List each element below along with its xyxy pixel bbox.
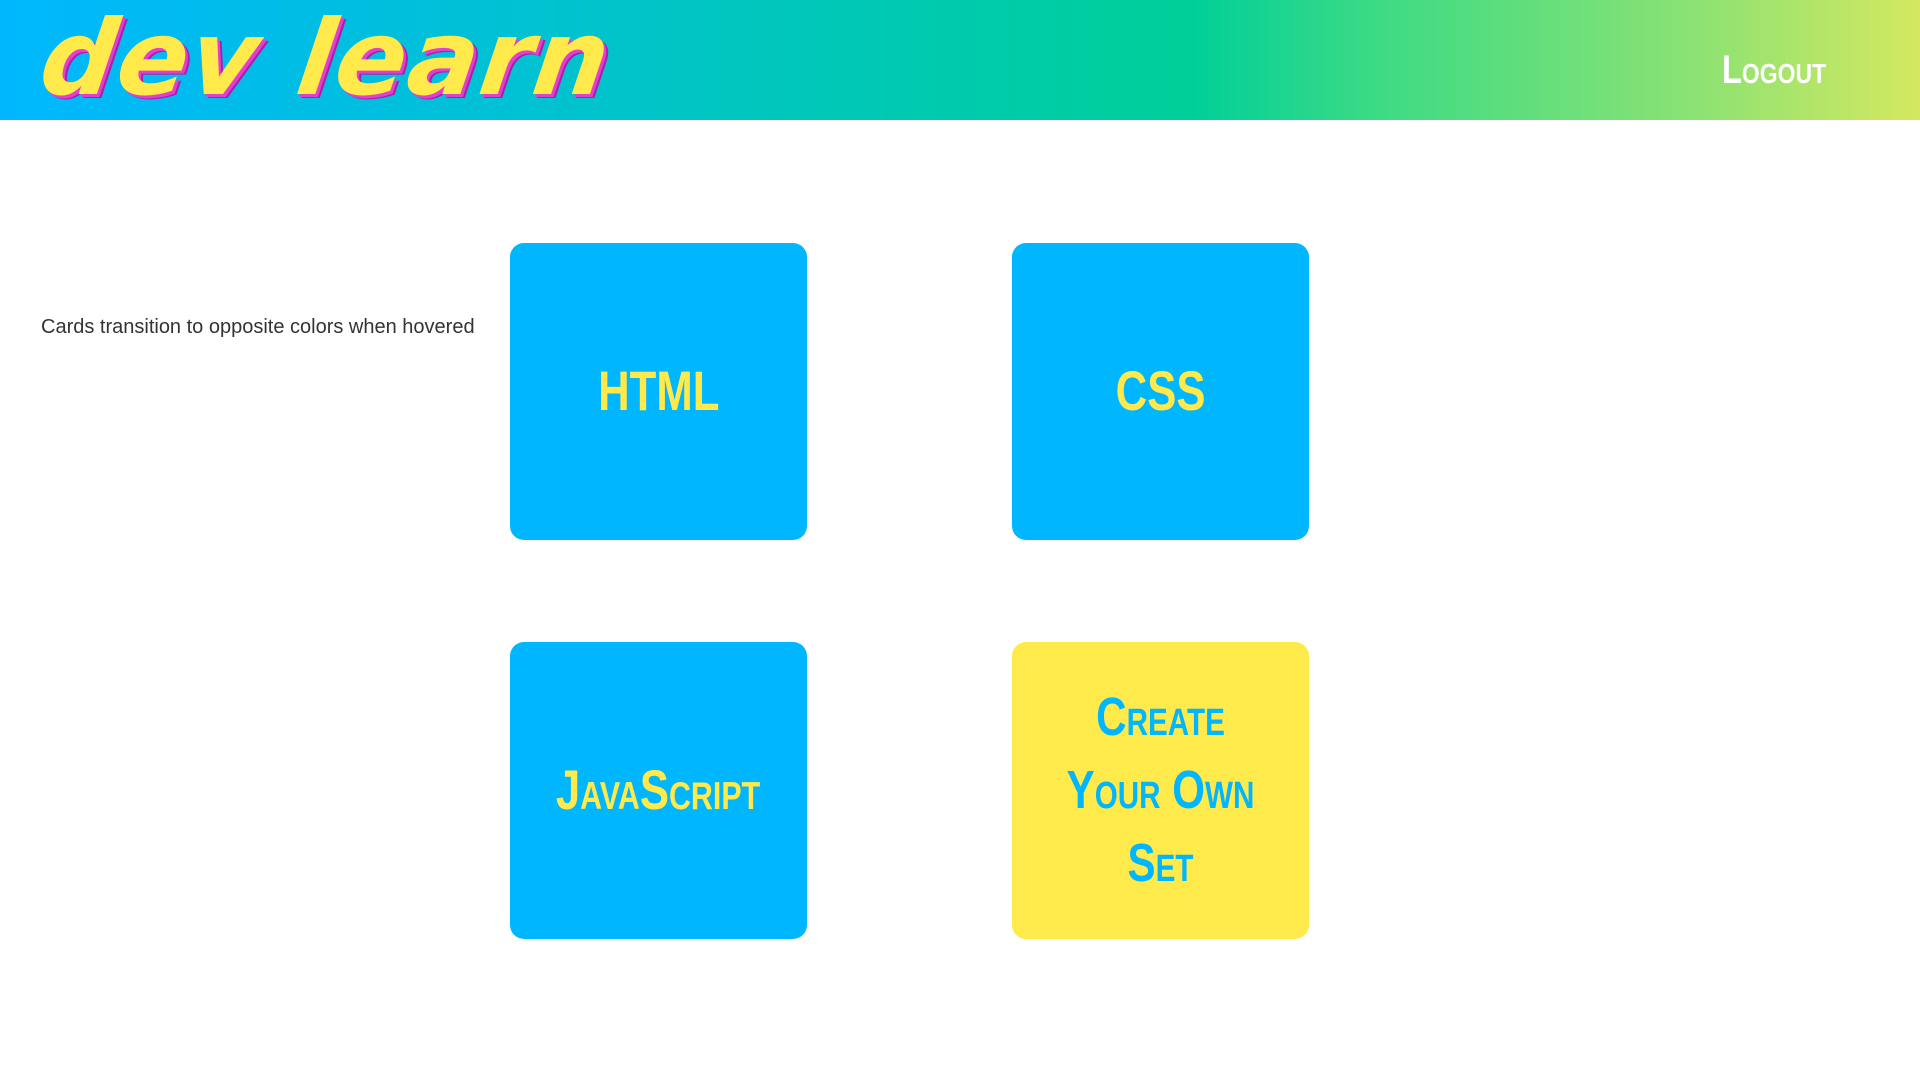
card-label: Create Your Own Set: [1066, 687, 1255, 893]
card-label: JavaScript: [556, 758, 761, 822]
card-label: HTML: [597, 359, 720, 423]
logout-button[interactable]: Logout: [1722, 48, 1826, 93]
hover-hint-text: Cards transition to opposite colors when…: [41, 316, 475, 338]
card-label: CSS: [1115, 359, 1206, 423]
card-javascript[interactable]: JavaScript: [510, 642, 807, 939]
app-logo[interactable]: dev learn: [33, 0, 619, 119]
card-css[interactable]: CSS: [1012, 243, 1309, 540]
card-html[interactable]: HTML: [510, 243, 807, 540]
top-header: dev learn Logout: [0, 0, 1920, 120]
card-create-your-own-set[interactable]: Create Your Own Set: [1012, 642, 1309, 939]
